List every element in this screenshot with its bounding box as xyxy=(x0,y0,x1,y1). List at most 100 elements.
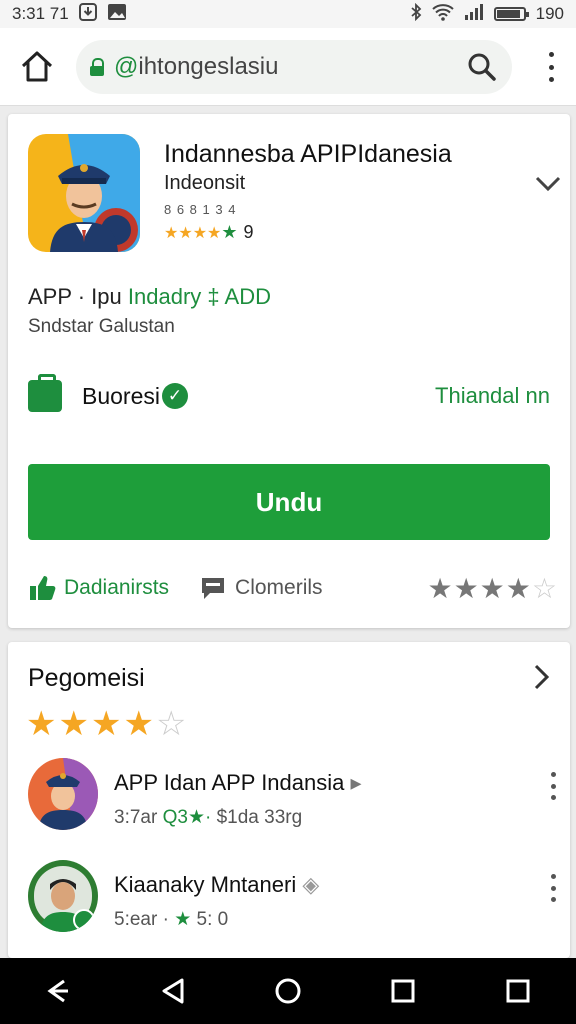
star-icon: ★ xyxy=(479,572,506,604)
back-triangle-icon xyxy=(162,978,184,1004)
star-icon: ★ xyxy=(26,705,59,743)
browser-toolbar: @ihtongeslasiu xyxy=(0,28,576,106)
reviews-title: Pegomeisi xyxy=(28,664,145,692)
menu-dot xyxy=(550,772,556,777)
app-title: Indannesba APIPIdanesia xyxy=(164,140,452,168)
address-bar[interactable]: @ihtongeslasiu xyxy=(76,40,512,94)
item-subtitle: 3:7ar Q3★· $1da 33rg xyxy=(114,806,302,829)
bluetooth-icon xyxy=(410,2,422,25)
battery-text: 190 xyxy=(535,4,564,23)
star-icon: ★ xyxy=(90,705,124,743)
item-sub-green: Q3★· xyxy=(162,807,212,828)
rating-value: 9 xyxy=(243,222,254,242)
app-meta: 8 6 8 1 3 4 xyxy=(164,202,237,217)
signal-icon xyxy=(464,3,484,25)
install-button[interactable]: Undu xyxy=(28,464,550,540)
menu-dot xyxy=(548,77,554,82)
star-icon: ★ xyxy=(505,572,532,604)
avatar xyxy=(28,758,98,830)
list-item[interactable]: Kiaanaky Mntaneri ◈ 5:ear · ★ 5: 0 xyxy=(28,860,558,940)
menu-dot xyxy=(550,874,556,879)
recents-icon xyxy=(391,979,415,1003)
business-label: Buoresi xyxy=(82,382,160,409)
back-button[interactable] xyxy=(38,971,78,1011)
verified-icon: ✓ xyxy=(161,383,188,409)
search-button[interactable] xyxy=(466,51,498,83)
menu-dot xyxy=(550,885,556,891)
business-link[interactable]: Thiandal nn xyxy=(435,383,550,409)
status-time: 3:31 71 xyxy=(12,4,69,23)
star-icon: ★ xyxy=(427,572,454,604)
battery-fill xyxy=(496,10,521,18)
wifi-icon xyxy=(431,3,454,25)
star-icon: ★ xyxy=(221,222,238,242)
action-row: Dadianirsts Clomerils ★★★★☆ xyxy=(28,568,558,608)
comment-icon xyxy=(202,578,225,599)
menu-dot xyxy=(550,897,556,902)
rating-stars: ★★★★★ xyxy=(164,222,238,243)
tag-icon: ◈ xyxy=(302,872,320,897)
item-title-text: APP Idan APP Indansia xyxy=(114,770,345,795)
star-icon: ★ xyxy=(178,225,193,242)
like-label: Dadianirsts xyxy=(64,576,170,599)
menu-dot xyxy=(550,783,556,789)
url-host: ihtongeslasiu xyxy=(138,53,279,80)
chevron-down-icon[interactable] xyxy=(534,170,562,201)
image-icon xyxy=(107,3,127,25)
rate-stars[interactable]: ★★★★☆ xyxy=(427,572,558,605)
category-prefix: APP · Ipu xyxy=(28,284,122,309)
item-sub-suffix: $1da 33rg xyxy=(216,807,303,828)
app-card: Indannesba APIPIdanesia Indeonsit 8 6 8 … xyxy=(8,114,570,628)
category-subtitle: Sndstar Galustan xyxy=(28,316,175,337)
list-item[interactable]: APP Idan APP Indansia ▸ 3:7ar Q3★· $1da … xyxy=(28,758,558,838)
item-title: APP Idan APP Indansia ▸ xyxy=(114,770,362,796)
home-icon xyxy=(21,51,53,82)
recents-button[interactable] xyxy=(383,971,423,1011)
app-rating: ★★★★★ 9 xyxy=(164,222,254,243)
app-developer[interactable]: Indeonsit xyxy=(164,172,245,195)
category-line: APP · Ipu Indadry ‡ ADD xyxy=(28,284,271,310)
item-subtitle: 5:ear · ★ 5: 0 xyxy=(114,908,228,931)
url-text[interactable]: @ihtongeslasiu xyxy=(114,53,466,81)
system-nav-bar xyxy=(0,958,576,1024)
home-button[interactable] xyxy=(18,48,56,84)
home-circle-button[interactable] xyxy=(268,971,308,1011)
star-icon: ★ xyxy=(58,705,91,743)
status-bar: 3:31 71 190 xyxy=(0,0,576,28)
star-icon: ★ xyxy=(453,572,480,604)
like-button[interactable]: Dadianirsts xyxy=(28,574,169,602)
battery-icon xyxy=(493,7,529,21)
url-prefix: @ xyxy=(114,53,139,80)
back-triangle-button[interactable] xyxy=(153,971,193,1011)
item-title: Kiaanaky Mntaneri ◈ xyxy=(114,872,319,898)
reviews-card: Pegomeisi ★★★★☆ APP Idan APP Indansia ▸ … xyxy=(8,642,570,958)
briefcase-icon xyxy=(28,374,62,412)
chevron-right-icon[interactable] xyxy=(532,662,552,700)
star-icon: ★ xyxy=(192,225,208,242)
menu-dot xyxy=(550,795,556,800)
menu-dot xyxy=(548,64,554,70)
download-icon xyxy=(78,3,97,25)
square-icon xyxy=(506,979,530,1003)
square-button[interactable] xyxy=(498,971,538,1011)
item-more-vert-icon[interactable] xyxy=(548,772,558,800)
reviews-stars: ★★★★☆ xyxy=(26,704,188,744)
comment-button[interactable]: Clomerils xyxy=(199,574,323,602)
item-more-vert-icon[interactable] xyxy=(548,874,558,902)
item-sub-suffix: 5: 0 xyxy=(196,909,229,930)
app-icon[interactable] xyxy=(28,134,140,252)
tag-icon: ▸ xyxy=(350,770,362,795)
star-empty-icon: ☆ xyxy=(155,705,189,743)
star-icon: ★ xyxy=(123,705,156,743)
item-sub-prefix: 3:7ar xyxy=(114,807,158,828)
category-link[interactable]: Indadry ‡ ADD xyxy=(128,284,271,309)
back-icon xyxy=(47,979,68,1003)
avatar xyxy=(28,860,98,932)
more-vert-icon[interactable] xyxy=(544,52,558,82)
item-title-text: Kiaanaky Mntaneri xyxy=(114,872,297,897)
thumbs-up-icon xyxy=(30,576,56,600)
star-icon: ★ xyxy=(207,225,222,242)
search-icon xyxy=(468,53,496,81)
comment-label: Clomerils xyxy=(235,576,323,599)
business-row: Buoresi ✓ Thiandal nn xyxy=(28,374,550,416)
